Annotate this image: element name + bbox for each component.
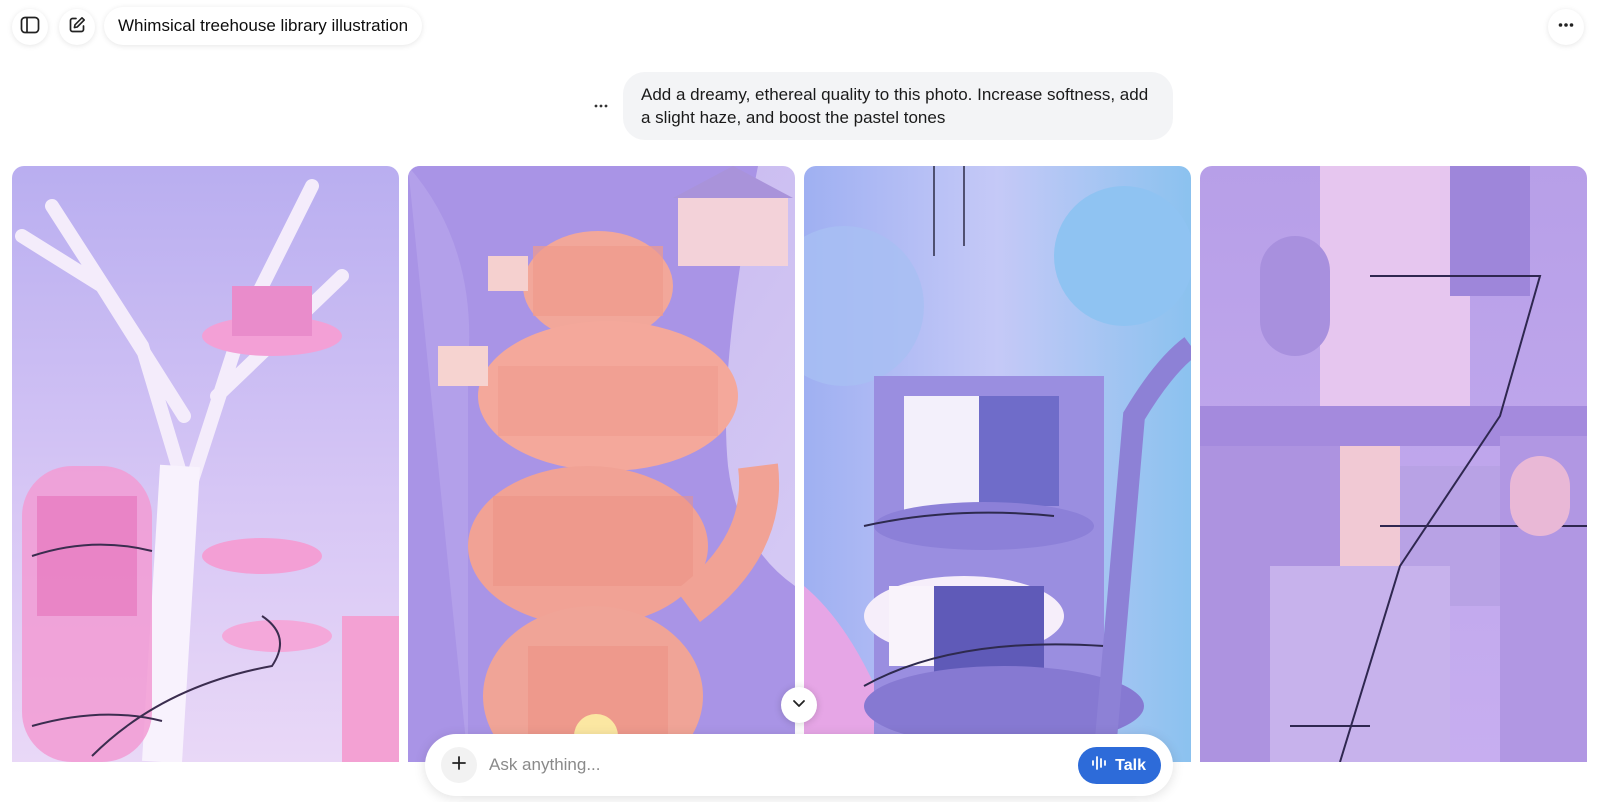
plus-icon — [450, 754, 468, 777]
treehouse-image-4[interactable] — [1200, 166, 1587, 762]
scroll-down-button[interactable] — [781, 687, 817, 723]
treehouse-image-1[interactable] — [12, 166, 399, 762]
conversation-title[interactable]: Whimsical treehouse library illustration — [104, 7, 423, 45]
chevron-down-icon — [791, 695, 807, 716]
message-options-button[interactable] — [590, 94, 612, 116]
ask-input[interactable] — [489, 750, 1049, 780]
message-composer: Talk — [425, 734, 1173, 796]
image-gallery — [12, 166, 1588, 762]
sidebar-toggle-button[interactable] — [12, 9, 48, 45]
ellipsis-icon — [1556, 15, 1576, 40]
top-bar: Whimsical treehouse library illustration — [0, 0, 1600, 52]
waveform-icon — [1091, 755, 1109, 776]
ellipsis-icon — [594, 96, 608, 114]
talk-button[interactable]: Talk — [1078, 747, 1161, 784]
user-message-bubble: Add a dreamy, ethereal quality to this p… — [623, 72, 1173, 140]
new-chat-button[interactable] — [59, 9, 95, 45]
sidebar-icon — [19, 14, 41, 41]
more-options-button[interactable] — [1548, 9, 1584, 45]
user-message-row: Add a dreamy, ethereal quality to this p… — [0, 72, 1600, 142]
treehouse-image-3[interactable] — [804, 166, 1191, 762]
treehouse-image-2[interactable] — [408, 166, 795, 762]
talk-label: Talk — [1115, 756, 1146, 774]
edit-icon — [67, 15, 87, 40]
attach-button[interactable] — [441, 747, 477, 783]
